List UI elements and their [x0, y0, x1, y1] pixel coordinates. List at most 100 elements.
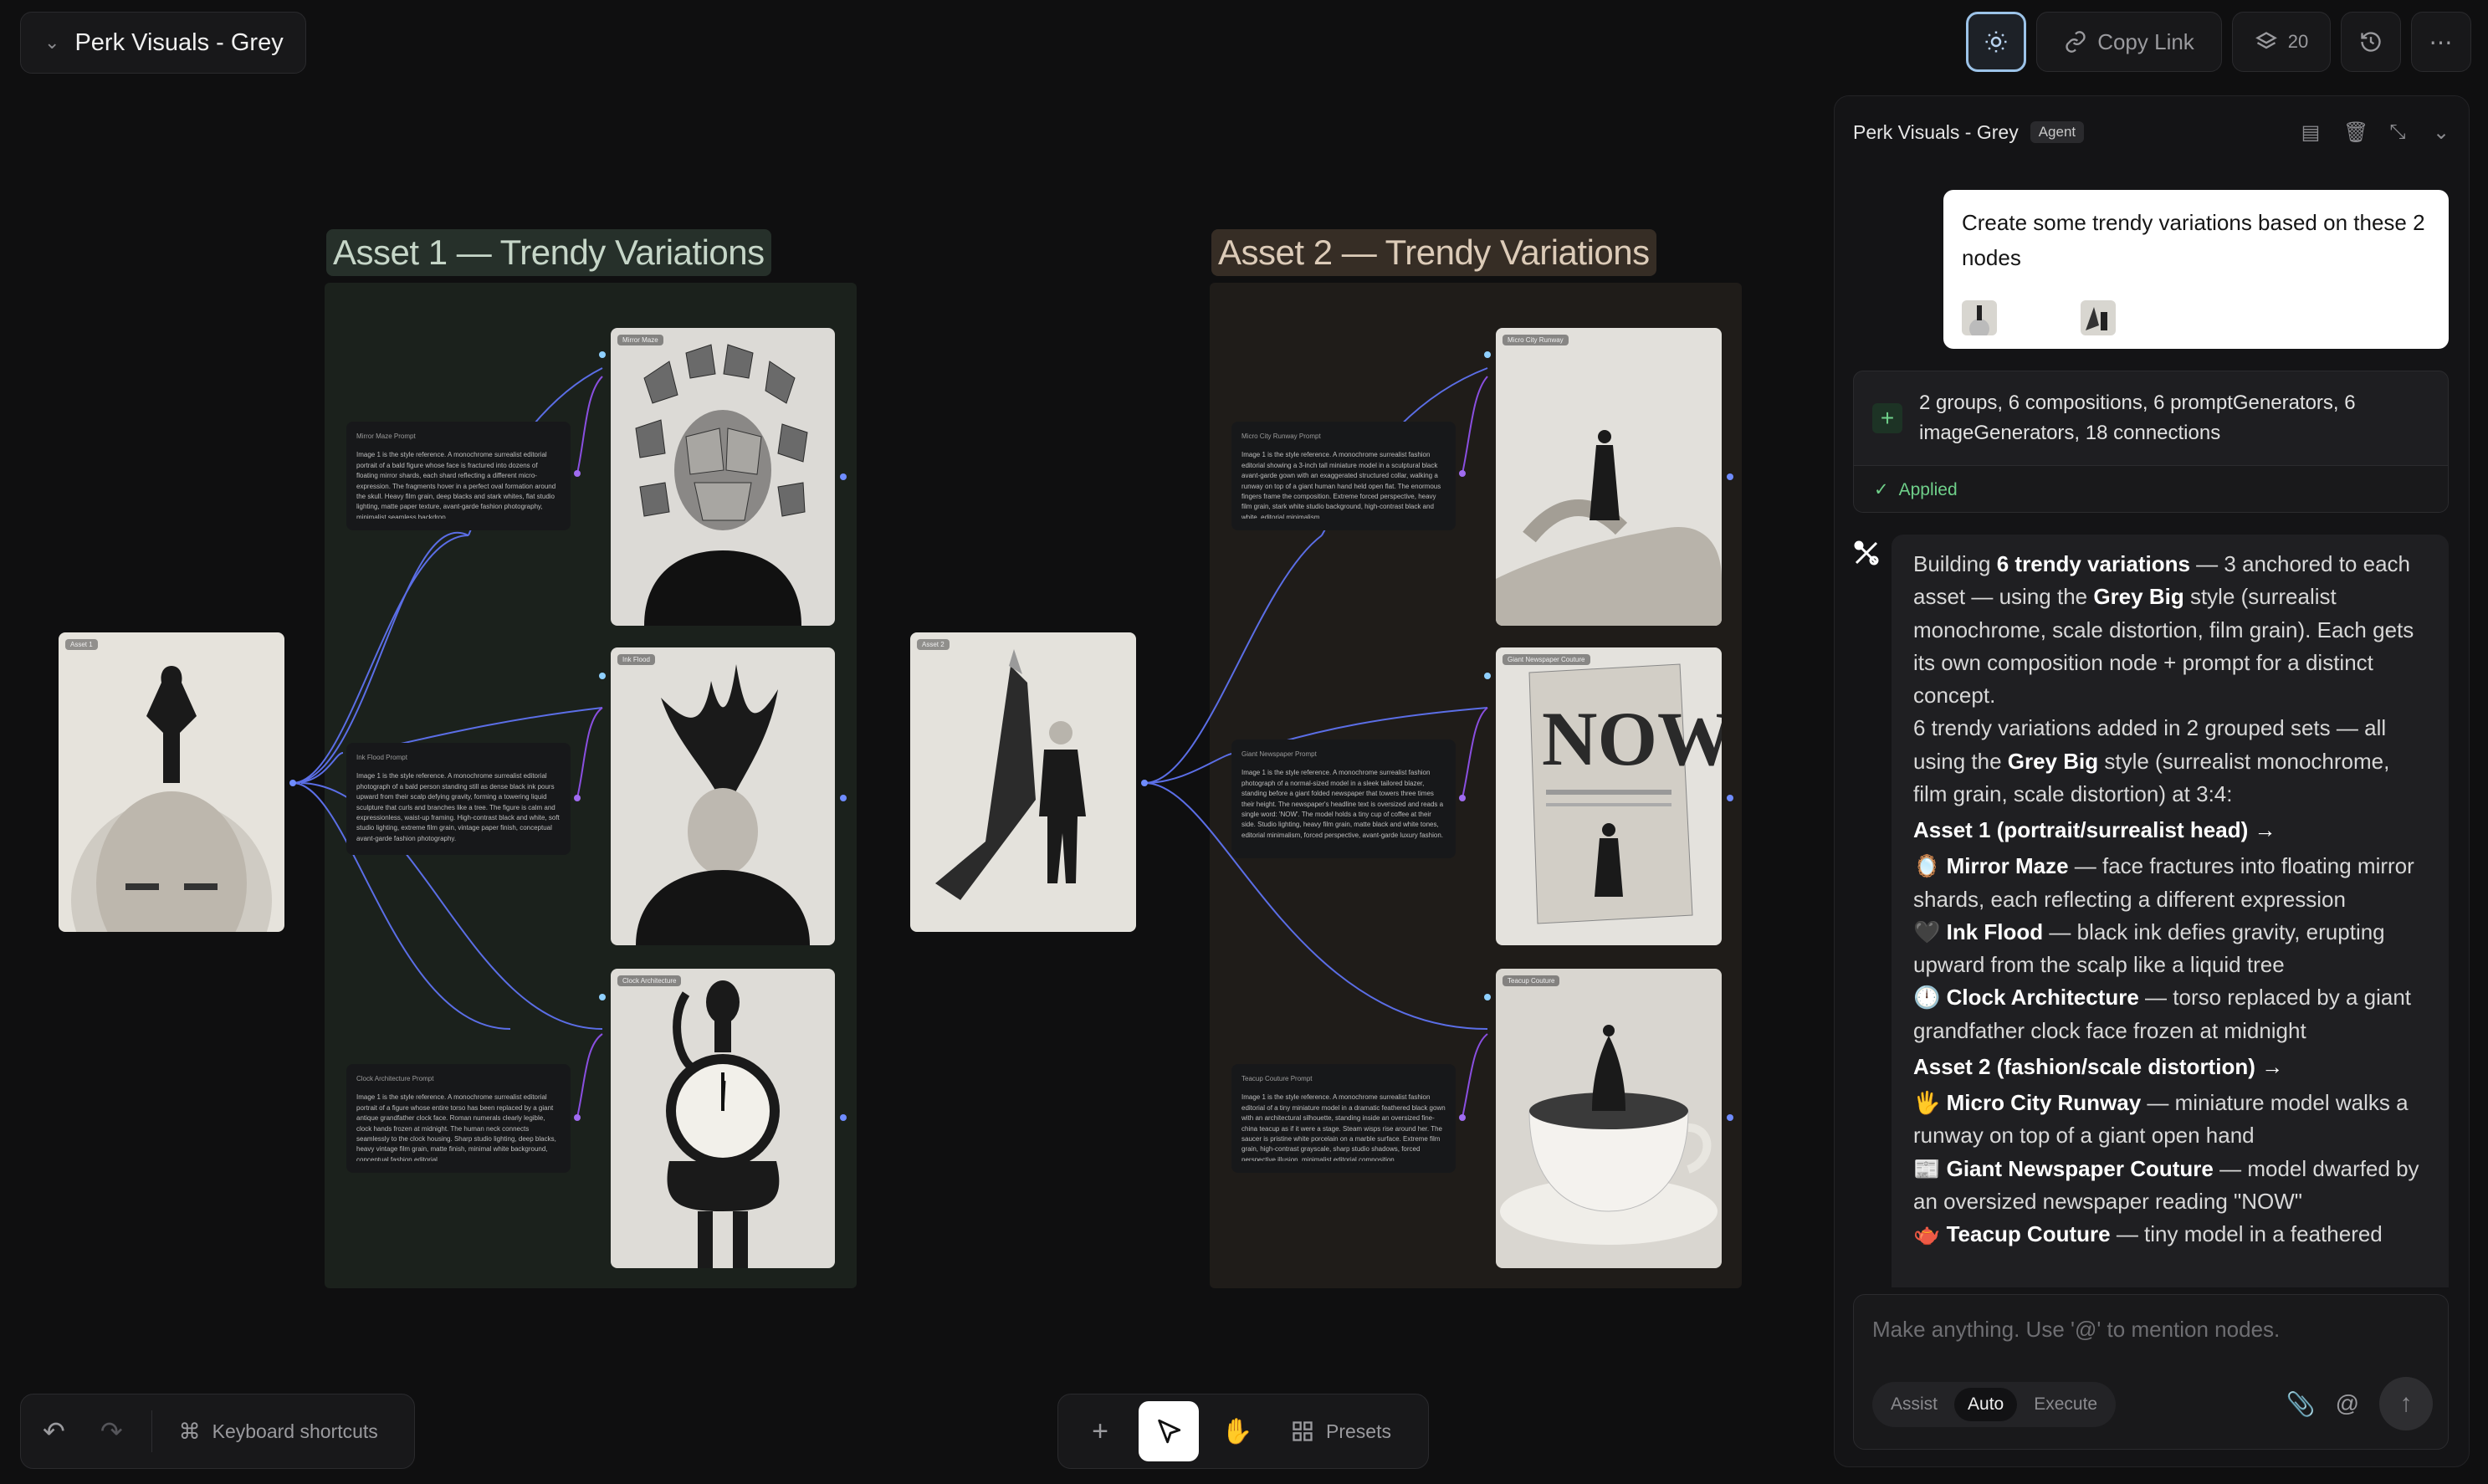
asset2-tag: Asset 2 [917, 639, 950, 650]
image-node-clock-architecture[interactable]: Clock Architecture [611, 969, 835, 1268]
asset2-image-node[interactable]: Asset 2 [910, 632, 1136, 932]
arrow-up-icon: ↑ [2399, 1389, 2413, 1417]
collapse-icon[interactable]: ⤡ [2387, 120, 2409, 145]
plus-icon: + [1872, 403, 1902, 433]
micro-city-runway-image [1496, 430, 1722, 626]
mode-auto[interactable]: Auto [1954, 1388, 2018, 1421]
hand-tool-button[interactable]: ✋ [1207, 1401, 1267, 1461]
image-tag: Teacup Couture [1503, 975, 1560, 986]
theme-toggle-button[interactable] [1966, 12, 2026, 72]
panel-title: Perk Visuals - Grey [1853, 120, 2019, 143]
project-title-button[interactable]: ⌄ Perk Visuals - Grey [20, 12, 306, 74]
toolbar-divider [151, 1410, 152, 1452]
agent-badge: Agent [2030, 121, 2085, 143]
copy-link-label: Copy Link [2097, 28, 2194, 54]
prompt-node-ink-flood[interactable]: Ink Flood Prompt Image 1 is the style re… [346, 743, 571, 855]
agent-list-item: 🪞 Mirror Maze — face fractures into floa… [1913, 853, 2414, 912]
mode-execute[interactable]: Execute [2020, 1388, 2111, 1421]
send-button[interactable]: ↑ [2379, 1377, 2433, 1430]
prompt-title: Mirror Maze Prompt [356, 432, 416, 440]
grid-icon [1293, 1421, 1313, 1441]
prompt-body: Image 1 is the style reference. A monoch… [1241, 769, 1444, 839]
user-message-text: Create some trendy variations based on t… [1962, 210, 2425, 271]
prompt-body: Image 1 is the style reference. A monoch… [356, 451, 556, 519]
plus-icon: + [1092, 1415, 1108, 1447]
image-node-micro-city-runway[interactable]: Micro City Runway [1496, 328, 1722, 626]
image-node-ink-flood[interactable]: Ink Flood [611, 647, 835, 945]
more-options-button[interactable]: ⋯ [2411, 12, 2471, 72]
asset2-image [935, 649, 1086, 900]
undo-icon[interactable]: ↶ [43, 1415, 65, 1447]
keyboard-shortcuts-label: Keyboard shortcuts [212, 1420, 378, 1442]
presets-label: Presets [1326, 1420, 1391, 1442]
layers-icon [2255, 32, 2277, 49]
image-node-giant-newspaper[interactable]: NOW Giant Newspaper Couture [1496, 647, 1722, 945]
image-node-mirror-maze[interactable]: Mirror Maze [611, 328, 835, 626]
document-icon[interactable]: ▤ [2300, 120, 2322, 145]
image-tag: Ink Flood [617, 654, 655, 665]
agent-panel: Perk Visuals - Grey Agent ▤ 🗑 ⤡ ⌄ Create… [1834, 95, 2470, 1467]
svg-text:NOW: NOW [1542, 696, 1722, 781]
prompt-title: Ink Flood Prompt [356, 754, 407, 761]
attached-node-thumbnail[interactable] [1962, 300, 1997, 335]
agent-message: Building 6 trendy variations — 3 anchore… [1892, 535, 2449, 1287]
prompt-node-clock-architecture[interactable]: Clock Architecture Prompt Image 1 is the… [346, 1064, 571, 1173]
select-tool-button[interactable] [1139, 1401, 1199, 1461]
history-toolbar: ↶ ↷ ⌘ Keyboard shortcuts [20, 1394, 415, 1469]
history-button[interactable] [2341, 12, 2401, 72]
project-title: Perk Visuals - Grey [74, 28, 284, 56]
applied-changes-card[interactable]: + 2 groups, 6 compositions, 6 promptGene… [1853, 371, 2449, 513]
cursor-icon [1158, 1419, 1181, 1444]
image-tag: Micro City Runway [1503, 335, 1569, 345]
keyboard-shortcuts-button[interactable]: ⌘ Keyboard shortcuts [179, 1419, 378, 1445]
history-icon [2361, 32, 2381, 52]
sun-icon [1985, 31, 2007, 53]
result-summary: 2 groups, 6 compositions, 6 promptGenera… [1919, 391, 2356, 444]
mode-switcher: Assist Auto Execute [1872, 1382, 2117, 1427]
agent-list-item: 🕛 Clock Architecture — torso replaced by… [1913, 985, 2412, 1043]
copy-link-button[interactable]: Copy Link [2036, 12, 2222, 72]
top-toolbar: Copy Link 20 ⋯ [1966, 12, 2471, 72]
agent-paragraph-2: 6 trendy variations added in 2 grouped s… [1913, 715, 2390, 806]
trash-icon[interactable]: 🗑 [2343, 120, 2368, 145]
prompt-input-box[interactable]: Make anything. Use '@' to mention nodes.… [1853, 1294, 2449, 1450]
prompt-body: Image 1 is the style reference. A monoch… [356, 772, 560, 842]
prompt-node-mirror-maze[interactable]: Mirror Maze Prompt Image 1 is the style … [346, 422, 571, 530]
group1-label[interactable]: Asset 1 — Trendy Variations [326, 229, 771, 276]
clock-architecture-image [666, 980, 780, 1268]
agent-list-item: 🖤 Ink Flood — black ink defies gravity, … [1913, 919, 2385, 977]
prompt-body: Image 1 is the style reference. A monoch… [356, 1093, 556, 1162]
giant-newspaper-image: NOW [1528, 663, 1722, 924]
tool-toolbar: + ✋ Presets [1057, 1394, 1429, 1469]
hand-icon: ✋ [1221, 1417, 1253, 1446]
more-icon: ⋯ [2429, 28, 2454, 55]
prompt-input-placeholder[interactable]: Make anything. Use '@' to mention nodes. [1872, 1317, 2280, 1343]
paperclip-icon[interactable]: 📎 [2286, 1390, 2316, 1418]
ink-flood-image [636, 664, 810, 945]
link-icon [2066, 31, 2086, 53]
add-node-button[interactable]: + [1070, 1401, 1130, 1461]
image-node-teacup-couture[interactable]: Teacup Couture [1496, 969, 1722, 1268]
prompt-node-teacup-couture[interactable]: Teacup Couture Prompt Image 1 is the sty… [1231, 1064, 1456, 1173]
prompt-body: Image 1 is the style reference. A monoch… [1241, 451, 1441, 519]
layers-button[interactable]: 20 [2232, 12, 2331, 72]
prompt-node-micro-city-runway[interactable]: Micro City Runway Prompt Image 1 is the … [1231, 422, 1456, 530]
image-tag: Mirror Maze [617, 335, 663, 345]
agent-list-item: 📰 Giant Newspaper Couture — model dwarfe… [1913, 1155, 2419, 1214]
image-tag: Clock Architecture [617, 975, 682, 986]
agent-paragraph-1: Building 6 trendy variations — 3 anchore… [1913, 551, 2414, 708]
command-icon: ⌘ [178, 1418, 201, 1444]
prompt-node-giant-newspaper[interactable]: Giant Newspaper Prompt Image 1 is the st… [1231, 739, 1456, 858]
presets-button[interactable]: Presets [1291, 1420, 1391, 1443]
panel-header: Perk Visuals - Grey Agent ▤ 🗑 ⤡ ⌄ [1835, 96, 2469, 168]
agent-list-item: 🖐 Micro City Runway — miniature model wa… [1913, 1090, 2409, 1149]
chevron-down-icon[interactable]: ⌄ [2430, 120, 2452, 145]
asset1-image-node[interactable]: Asset 1 [59, 632, 284, 932]
attached-node-thumbnail[interactable] [2081, 300, 2116, 335]
group2-label[interactable]: Asset 2 — Trendy Variations [1211, 229, 1656, 276]
mention-icon[interactable]: @ [2336, 1390, 2359, 1417]
applied-status: Applied [1898, 479, 1958, 499]
prompt-body: Image 1 is the style reference. A monoch… [1241, 1093, 1446, 1162]
redo-icon[interactable]: ↷ [100, 1415, 123, 1447]
mode-assist[interactable]: Assist [1877, 1388, 1951, 1421]
